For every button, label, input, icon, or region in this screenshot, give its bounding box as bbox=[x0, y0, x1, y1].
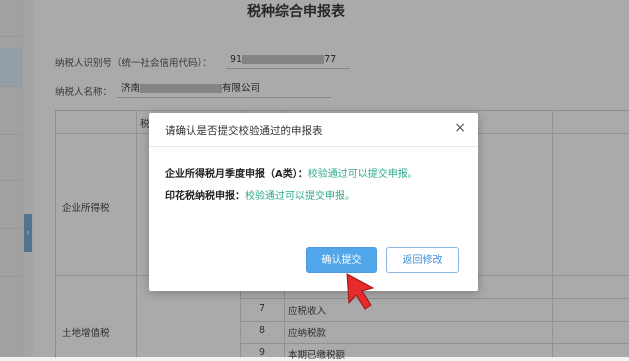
red-arrow-cursor-icon bbox=[346, 273, 375, 310]
validation-item: 企业所得税月季度申报（A类）：校验通过可以提交申报。 bbox=[165, 165, 461, 184]
dialog-divider bbox=[149, 146, 478, 147]
validation-item-label: 印花税纳税申报： bbox=[165, 191, 245, 202]
back-to-edit-button[interactable]: 返回修改 bbox=[386, 247, 459, 273]
validation-status: 校验通过可以提交申报。 bbox=[307, 169, 418, 180]
validation-item: 印花税纳税申报：校验通过可以提交申报。 bbox=[165, 187, 461, 206]
close-icon[interactable]: × bbox=[454, 121, 466, 135]
validation-item-label: 企业所得税月季度申报（A类）： bbox=[165, 169, 308, 180]
confirm-submit-button[interactable]: 确认提交 bbox=[306, 247, 377, 273]
confirm-submit-dialog: 请确认是否提交校验通过的申报表 × 企业所得税月季度申报（A类）：校验通过可以提… bbox=[149, 113, 478, 291]
dialog-title: 请确认是否提交校验通过的申报表 bbox=[165, 125, 323, 137]
validation-status: 校验通过可以提交申报。 bbox=[245, 191, 355, 202]
dialog-body: 企业所得税月季度申报（A类）：校验通过可以提交申报。 印花税纳税申报：校验通过可… bbox=[165, 165, 461, 209]
